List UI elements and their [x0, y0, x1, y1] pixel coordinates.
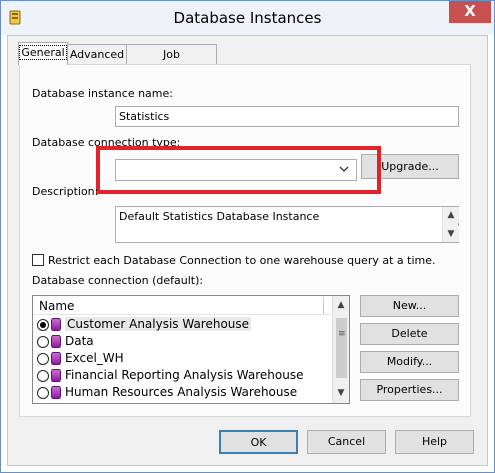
tab-advanced[interactable]: Advanced [67, 44, 127, 64]
help-button[interactable]: Help [395, 430, 474, 454]
tab-general-label: General [19, 45, 67, 60]
scroll-up-icon[interactable]: ▲ [443, 207, 459, 223]
scrollbar-thumb[interactable] [336, 318, 347, 378]
scroll-up-icon[interactable]: ▲ [333, 297, 349, 313]
modify-button[interactable]: Modify... [360, 351, 459, 373]
window-title: Database Instances [173, 9, 322, 27]
list-item-name: Data [65, 334, 94, 348]
radio-icon[interactable] [37, 335, 49, 348]
list-header-name: Name [39, 299, 75, 313]
delete-button[interactable]: Delete [360, 323, 459, 345]
close-button[interactable]: X [449, 1, 491, 23]
properties-button[interactable]: Properties... [360, 379, 459, 401]
grip-icon: ≡ [338, 329, 346, 339]
description-text: Default Statistics Database Instance [119, 210, 320, 223]
restrict-label: Restrict each Database Connection to one… [48, 254, 436, 267]
list-item-name: Human Resources Analysis Warehouse [65, 385, 298, 399]
description-field[interactable]: Default Statistics Database Instance [115, 206, 459, 243]
description-scrollbar[interactable]: ▲ ▼ [442, 207, 459, 242]
radio-icon[interactable] [37, 352, 49, 365]
database-icon [51, 352, 61, 365]
list-item[interactable]: Human Resources Analysis Warehouse [37, 384, 327, 401]
list-scrollbar[interactable]: ▲ ≡ ▼ [332, 296, 349, 403]
database-icon [51, 386, 61, 399]
radio-icon[interactable] [37, 386, 49, 399]
instance-name-label: Database instance name: [32, 87, 173, 100]
restrict-checkbox[interactable] [32, 254, 44, 266]
highlight-box [96, 146, 381, 194]
description-label: Description: [32, 185, 99, 198]
header-divider [323, 297, 324, 314]
tab-general[interactable]: General [18, 42, 68, 65]
database-icon [51, 369, 61, 382]
list-item-name: Customer Analysis Warehouse [65, 317, 252, 331]
database-icon [51, 335, 61, 348]
new-button[interactable]: New... [360, 295, 459, 317]
ok-button[interactable]: OK [219, 430, 298, 454]
cancel-button[interactable]: Cancel [307, 430, 386, 454]
close-icon: X [464, 2, 476, 20]
list-item[interactable]: Financial Reporting Analysis Warehouse [37, 367, 327, 384]
list-item[interactable]: Customer Analysis Warehouse [37, 316, 327, 333]
tab-job-prioritization[interactable]: Job Prioritization [126, 44, 217, 80]
list-item-name: Excel_WH [65, 351, 124, 365]
list-item[interactable]: Data [37, 333, 327, 350]
list-item[interactable]: Excel_WH [37, 350, 327, 367]
scroll-down-icon[interactable]: ▼ [443, 226, 459, 242]
list-header[interactable]: Name [33, 296, 331, 315]
radio-icon[interactable] [37, 369, 49, 382]
database-icon [51, 318, 61, 331]
connection-default-label: Database connection (default): [32, 274, 204, 287]
radio-selected-icon[interactable] [37, 318, 49, 331]
tab-advanced-label: Advanced [69, 48, 125, 61]
instance-name-field[interactable]: Statistics [115, 106, 459, 127]
scroll-down-icon[interactable]: ▼ [333, 385, 349, 401]
list-item-name: Financial Reporting Analysis Warehouse [65, 368, 304, 382]
